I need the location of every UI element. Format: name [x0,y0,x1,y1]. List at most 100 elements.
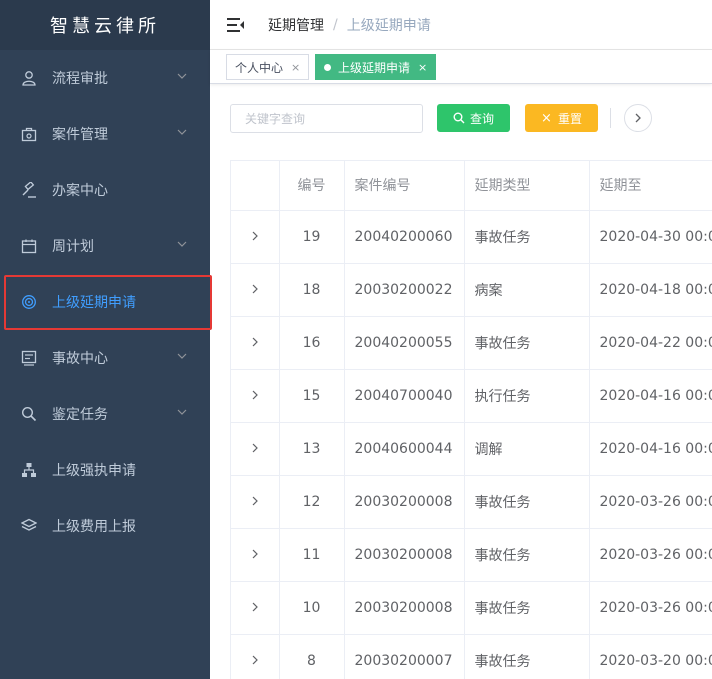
divider [610,108,611,128]
layers-icon [20,517,38,535]
app-root: 智慧云律所 流程审批案件管理办案中心周计划上级延期申请 事故中心鉴定任务上级强执申… [0,0,712,679]
chevron-down-icon[interactable] [176,350,188,362]
expand-cell[interactable] [231,263,280,317]
breadcrumb-item-parent[interactable]: 延期管理 [268,15,324,35]
sidebar-item-label: 流程审批 [52,71,108,87]
cell-case-no: 20040200060 [344,210,465,264]
cell-case-no: 20040600044 [344,422,465,476]
sidebar-item-calendar[interactable]: 周计划 [0,218,210,274]
chevron-down-icon[interactable] [176,406,188,418]
data-table: 编号 案件编号 延期类型 延期至 19 20040200060 事故任务 2020-0… [230,160,712,679]
sidebar-item-person[interactable]: 流程审批 [0,50,210,106]
cell-id: 19 [279,210,345,264]
reset-button[interactable]: × 重置 [525,104,598,132]
sidebar-item-label: 鉴定任务 [52,407,108,423]
sidebar-item-target[interactable]: 上级延期申请 [0,274,212,330]
chevron-right-icon[interactable] [250,231,260,241]
cell-id: 12 [279,475,345,529]
table-row[interactable]: 1320040600044调解2020-04-16 00:00:00 [231,422,712,476]
cell-id: 11 [279,528,345,582]
sidebar-item-label: 周计划 [52,239,94,255]
search-input[interactable] [230,104,423,133]
hamburger-icon[interactable] [226,15,246,35]
sidebar-menu: 流程审批案件管理办案中心周计划上级延期申请 事故中心鉴定任务上级强执申请上级费用上… [0,50,212,554]
sidebar-item-report[interactable]: 事故中心 [0,330,210,386]
query-button[interactable]: 查询 [437,104,510,132]
expand-cell[interactable] [231,422,280,476]
table-row[interactable]: 1120030200008事故任务2020-03-26 00:00:00 [231,528,712,582]
brand-title: 智慧云律所 [0,0,210,50]
close-icon[interactable]: × [418,61,427,74]
close-icon: × [541,110,552,126]
cell-id: 13 [279,422,345,476]
sidebar-item-label: 案件管理 [52,127,108,143]
sidebar-item-org-chart[interactable]: 上级强执申请 [0,442,210,498]
sidebar-item-label: 办案中心 [52,183,108,199]
header-expand [231,161,280,211]
expand-cell[interactable] [231,369,280,423]
chevron-right-icon[interactable] [250,443,260,453]
cell-delay-type: 事故任务 [464,634,590,679]
chevron-right-icon [635,113,641,123]
cell-delay-type: 事故任务 [464,581,590,635]
sidebar-item-gavel[interactable]: 办案中心 [0,162,210,218]
sidebar-item-briefcase[interactable]: 案件管理 [0,106,210,162]
chevron-down-icon[interactable] [176,126,188,138]
expand-cell[interactable] [231,316,280,370]
tag-delay-application[interactable]: 上级延期申请 × [315,54,437,80]
chevron-right-icon[interactable] [250,496,260,506]
breadcrumb: 延期管理 / 上级延期申请 [268,15,431,35]
chevron-right-icon[interactable] [250,337,260,347]
org-chart-icon [20,461,38,479]
chevron-right-icon[interactable] [250,602,260,612]
chevron-right-icon[interactable] [250,655,260,665]
table-row[interactable]: 1520040700040执行任务2020-04-16 00:00:00 [231,369,712,423]
chevron-right-icon[interactable] [250,549,260,559]
calendar-icon [20,237,38,255]
expand-cell[interactable] [231,528,280,582]
cell-case-no: 20030200008 [344,475,465,529]
header-delay-type: 延期类型 [464,161,590,211]
sidebar-item-label: 上级延期申请 [52,295,136,311]
cell-delay-until: 2020-04-18 00:00:00 [589,263,712,317]
chevron-down-icon[interactable] [176,238,188,250]
reset-button-label: 重置 [557,111,582,126]
tag-personal-center[interactable]: 个人中心 × [226,54,310,80]
magnifier-icon [20,405,38,423]
sidebar-item-label: 事故中心 [52,351,108,367]
table-row[interactable]: 1020030200008事故任务2020-03-26 00:00:00 [231,581,712,635]
report-icon [20,349,38,367]
cell-delay-type: 事故任务 [464,528,590,582]
cell-delay-type: 执行任务 [464,369,590,423]
cell-delay-type: 事故任务 [464,210,590,264]
cell-delay-until: 2020-04-16 00:00:00 [589,369,712,423]
cell-delay-until: 2020-03-26 00:00:00 [589,528,712,582]
expand-cell[interactable] [231,210,280,264]
header-case-no: 案件编号 [344,161,465,211]
expand-cell[interactable] [231,581,280,635]
table-row[interactable]: 820030200007事故任务2020-03-20 00:00:00 [231,634,712,679]
chevron-down-icon[interactable] [176,70,188,82]
cell-delay-until: 2020-03-26 00:00:00 [589,581,712,635]
expand-cell[interactable] [231,475,280,529]
cell-delay-until: 2020-03-20 00:00:00 [589,634,712,679]
cell-delay-type: 调解 [464,422,590,476]
table-row[interactable]: 1920040200060事故任务2020-04-30 00:00:00 [231,210,712,264]
sidebar-item-magnifier[interactable]: 鉴定任务 [0,386,210,442]
cell-id: 8 [279,634,345,679]
table-row[interactable]: 1820030200022病案2020-04-18 00:00:00 [231,263,712,317]
sidebar-item-label: 上级费用上报 [52,519,136,535]
chevron-right-icon[interactable] [250,390,260,400]
person-icon [20,69,38,87]
target-icon [20,293,38,311]
sidebar-item-layers[interactable]: 上级费用上报 [0,498,210,554]
query-button-label: 查询 [469,111,494,126]
table-row[interactable]: 1620040200055事故任务2020-04-22 00:00:00 [231,316,712,370]
table-row[interactable]: 1220030200008事故任务2020-03-26 00:00:00 [231,475,712,529]
chevron-right-icon[interactable] [250,284,260,294]
cell-case-no: 20040700040 [344,369,465,423]
cell-delay-type: 病案 [464,263,590,317]
close-icon[interactable]: × [291,61,300,74]
expand-search-button[interactable] [624,104,652,132]
expand-cell[interactable] [231,634,280,679]
